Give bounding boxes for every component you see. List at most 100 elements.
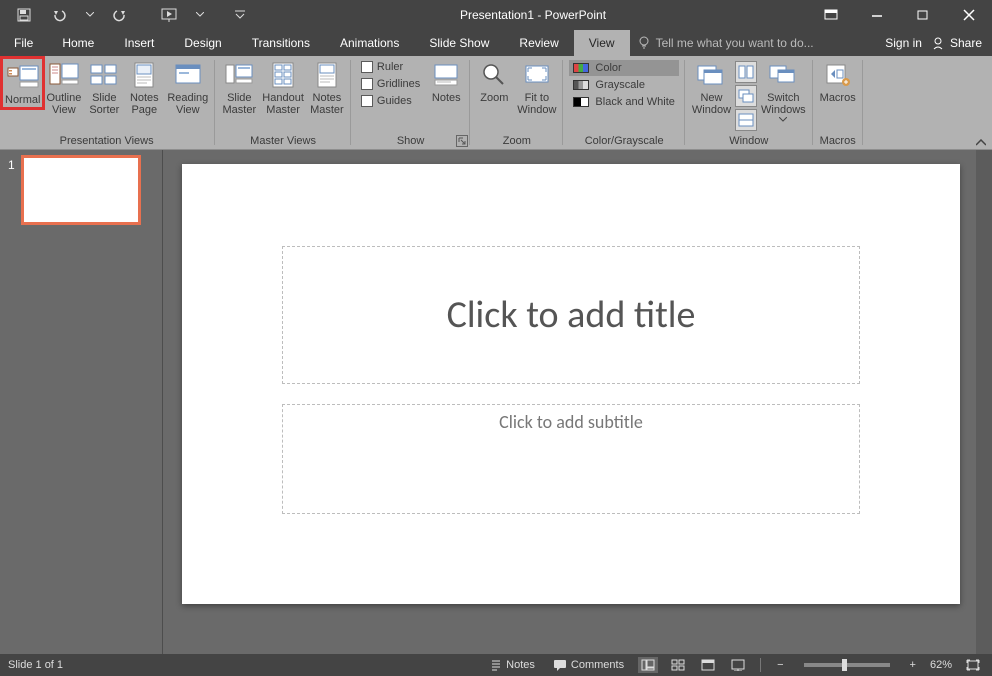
sign-in-link[interactable]: Sign in [885,36,922,50]
slide-indicator[interactable]: Slide 1 of 1 [8,659,63,671]
normal-view-label: Normal [5,94,40,106]
tab-animations[interactable]: Animations [325,30,414,56]
subtitle-placeholder[interactable]: Click to add subtitle [282,404,860,514]
slide-master-icon [225,63,253,87]
title-placeholder[interactable]: Click to add title [282,246,860,384]
minimize-button[interactable] [854,0,900,30]
view-slideshow-icon [731,659,745,671]
outline-view-button[interactable]: Outline View [43,58,84,118]
guides-checkbox[interactable]: Guides [359,94,422,108]
notes-icon [433,63,459,87]
chevron-down-icon [196,12,204,18]
view-reading-icon [701,659,715,671]
notes-master-button[interactable]: Notes Master [307,58,347,118]
move-split-icon [738,113,754,127]
fit-slide-button[interactable] [962,654,984,676]
tab-transitions[interactable]: Transitions [237,30,325,56]
slide-sorter-button[interactable]: Slide Sorter [84,58,124,118]
macros-button[interactable]: Macros [817,58,859,106]
view-sorter-button[interactable] [668,657,688,673]
view-reading-button[interactable] [698,657,718,673]
color-button[interactable]: Color [569,60,678,76]
tab-review[interactable]: Review [504,30,573,56]
window-controls [808,0,992,30]
tab-design[interactable]: Design [169,30,236,56]
tab-slide-show[interactable]: Slide Show [414,30,504,56]
collapse-ribbon-button[interactable] [976,139,986,147]
notes-toggle-label: Notes [506,659,535,671]
notes-page-button[interactable]: Notes Page [124,58,164,118]
zoom-slider[interactable] [804,663,890,667]
save-icon [17,8,31,22]
tab-file[interactable]: File [0,30,47,56]
switch-windows-button[interactable]: Switch Windows [758,58,809,124]
fit-to-window-button[interactable]: Fit to Window [514,58,559,118]
fit-window-label: Fit to Window [517,92,556,116]
new-window-icon [696,62,726,88]
reading-view-button[interactable]: Reading View [164,58,211,118]
maximize-button[interactable] [900,0,946,30]
save-button[interactable] [6,1,42,29]
slide-canvas-area[interactable]: Click to add title Click to add subtitle [163,150,992,654]
zoom-percentage[interactable]: 62% [930,659,952,671]
new-window-label: New Window [692,92,731,116]
window-title: Presentation1 - PowerPoint [258,8,808,22]
slide-sorter-label: Slide Sorter [89,92,119,116]
zoom-slider-thumb[interactable] [842,659,847,671]
grayscale-button[interactable]: Grayscale [569,77,678,93]
normal-view-button[interactable]: Normal [2,58,43,108]
close-button[interactable] [946,0,992,30]
slide-master-button[interactable]: Slide Master [219,58,259,118]
notes-toggle[interactable]: Notes [486,654,539,676]
notes-master-label: Notes Master [310,92,344,116]
view-slideshow-button[interactable] [728,657,748,673]
notes-page-label: Notes Page [130,92,159,116]
move-split-button[interactable] [735,109,757,131]
ruler-label: Ruler [377,61,403,73]
switch-windows-icon [768,62,798,88]
ribbon-display-options-button[interactable] [808,0,854,30]
group-label-presentation-views: Presentation Views [2,135,211,149]
start-slideshow-dropdown[interactable] [188,1,212,29]
share-label: Share [950,36,982,50]
slide-thumbnail-1[interactable]: 1 [8,158,154,222]
new-window-button[interactable]: New Window [689,58,734,118]
group-presentation-views: Normal Outline View Slide Sorter Notes P… [0,56,215,149]
view-normal-button[interactable] [638,657,658,673]
zoom-button[interactable]: Zoom [474,58,514,106]
vertical-scrollbar[interactable] [976,150,992,654]
arrange-all-button[interactable] [735,61,757,83]
group-label-master-views: Master Views [219,135,347,149]
ruler-checkbox[interactable]: Ruler [359,60,422,74]
notes-button[interactable]: Notes [426,58,466,106]
gridlines-checkbox[interactable]: Gridlines [359,77,422,91]
tell-me-search[interactable]: Tell me what you want to do... [638,30,886,56]
guides-label: Guides [377,95,412,107]
group-label-zoom: Zoom [474,135,559,149]
comments-toggle-label: Comments [571,659,624,671]
share-button[interactable]: Share [932,36,982,50]
tab-home[interactable]: Home [47,30,109,56]
cascade-button[interactable] [735,85,757,107]
zoom-out-button[interactable]: − [773,654,787,676]
checkbox-icon [361,95,373,107]
undo-dropdown[interactable] [78,1,102,29]
tab-view[interactable]: View [574,30,630,56]
customize-qat-button[interactable] [222,1,258,29]
undo-button[interactable] [42,1,78,29]
chevron-up-icon [976,139,986,147]
handout-master-button[interactable]: Handout Master [259,58,307,118]
start-slideshow-button[interactable] [152,1,188,29]
tab-insert[interactable]: Insert [109,30,169,56]
chevron-down-icon [86,12,94,18]
group-label-macros: Macros [817,135,859,149]
reading-view-label: Reading View [167,92,208,116]
comments-toggle[interactable]: Comments [549,654,628,676]
redo-button[interactable] [102,1,138,29]
zoom-label: Zoom [480,92,508,104]
close-icon [963,9,975,21]
black-white-button[interactable]: Black and White [569,94,678,110]
show-dialog-launcher[interactable] [456,135,468,147]
zoom-icon [481,62,507,88]
zoom-in-button[interactable]: + [906,654,920,676]
